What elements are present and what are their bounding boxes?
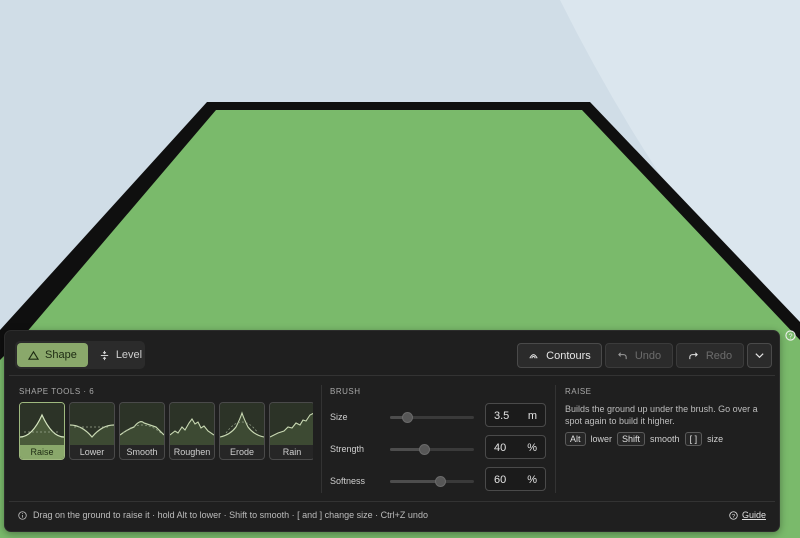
info-description: Builds the ground up under the brush. Go… xyxy=(565,404,758,426)
section-separator-2 xyxy=(555,385,556,493)
shape-tools-title: SHAPE TOOLS · 6 xyxy=(19,387,95,396)
size-value: 3.5 xyxy=(494,410,510,422)
level-icon xyxy=(100,350,108,360)
tool-smooth-label: Smooth xyxy=(126,447,158,457)
tool-raise-label: Raise xyxy=(20,445,64,459)
key-brackets: [ ] xyxy=(684,432,703,446)
key-shift-action: smooth xyxy=(650,434,680,444)
redo-button[interactable]: Redo xyxy=(676,343,744,368)
brush-title: BRUSH xyxy=(330,387,361,396)
mode-level-label: Level xyxy=(115,349,143,361)
mode-switch: Shape Level xyxy=(15,341,145,369)
undo-label: Undo xyxy=(634,349,662,362)
strength-unit: % xyxy=(527,442,537,454)
size-slider-handle[interactable] xyxy=(401,412,413,423)
mode-shape-button[interactable]: Shape xyxy=(17,343,88,367)
info-icon xyxy=(18,510,27,520)
size-unit: m xyxy=(527,410,537,422)
terrain-tool-panel: Shape Level Contours Undo Redo SHAPE TOO… xyxy=(4,330,780,532)
footer-hint: Drag on the ground to raise it · hold Al… xyxy=(18,510,428,520)
contours-icon xyxy=(529,354,538,359)
tool-lower-label: Lower xyxy=(79,447,105,457)
collapse-button[interactable] xyxy=(747,343,772,368)
undo-button[interactable]: Undo xyxy=(605,343,673,368)
key-brackets-action: size xyxy=(707,434,724,444)
tool-raise[interactable]: Raise xyxy=(19,402,65,460)
softness-slider[interactable] xyxy=(390,476,474,487)
help-circle-icon[interactable]: ? xyxy=(785,330,796,341)
guide-label: Guide xyxy=(741,510,766,520)
key-hints: Alt lower Shift smooth [ ] size xyxy=(565,432,723,446)
undo-icon xyxy=(617,352,627,360)
tool-smooth[interactable]: Smooth xyxy=(119,402,165,460)
info-title: RAISE xyxy=(565,387,592,396)
size-slider[interactable] xyxy=(390,412,474,423)
mode-level-button[interactable]: Level xyxy=(88,343,153,367)
redo-label: Redo xyxy=(705,349,733,362)
key-alt: Alt xyxy=(565,432,586,446)
tool-erode[interactable]: Erode xyxy=(219,402,265,460)
rain-curve-icon xyxy=(270,412,313,445)
tool-rain[interactable]: Rain xyxy=(269,402,313,460)
strength-value-field[interactable]: 40 % xyxy=(485,435,546,459)
strength-row: Strength 40 % xyxy=(330,435,550,463)
strength-value: 40 xyxy=(494,442,507,454)
redo-icon xyxy=(689,352,698,360)
tool-roughen-label: Roughen xyxy=(173,447,211,457)
lower-curve-icon xyxy=(70,424,114,445)
size-row: Size 3.5 m xyxy=(330,403,550,431)
key-alt-action: lower xyxy=(590,434,613,444)
roughen-curve-icon xyxy=(170,418,214,445)
softness-value-field[interactable]: 60 % xyxy=(485,467,546,491)
chevron-down-icon xyxy=(755,353,764,359)
triangle-icon xyxy=(28,350,39,360)
panel-divider-bottom xyxy=(9,501,775,502)
contours-label: Contours xyxy=(546,349,591,362)
erode-curve-icon xyxy=(220,411,264,445)
raise-curve-icon xyxy=(20,413,64,445)
tool-roughen[interactable]: Roughen xyxy=(169,402,215,460)
softness-value: 60 xyxy=(494,474,507,486)
smooth-curve-icon xyxy=(120,421,164,445)
tool-rain-label: Rain xyxy=(282,447,302,457)
strength-slider-handle[interactable] xyxy=(418,444,430,455)
size-label: Size xyxy=(330,412,348,422)
section-separator-1 xyxy=(321,385,322,493)
svg-text:?: ? xyxy=(788,331,792,340)
softness-row: Softness 60 % xyxy=(330,467,550,495)
softness-label: Softness xyxy=(330,476,366,486)
strength-label: Strength xyxy=(330,444,365,454)
strength-slider[interactable] xyxy=(390,444,474,455)
contours-button[interactable]: Contours xyxy=(517,343,602,368)
guide-link[interactable]: ? Guide xyxy=(729,510,766,520)
softness-slider-fill xyxy=(390,480,441,483)
tool-lower[interactable]: Lower xyxy=(69,402,115,460)
softness-slider-handle[interactable] xyxy=(435,476,447,487)
softness-unit: % xyxy=(527,474,537,486)
shape-tools-list: Raise Lower Smooth Roughen Erode Rain xyxy=(19,402,313,461)
size-value-field[interactable]: 3.5 m xyxy=(485,403,546,427)
panel-divider-top xyxy=(9,375,775,376)
mode-shape-label: Shape xyxy=(45,349,77,361)
tool-erode-label: Erode xyxy=(229,447,255,457)
key-shift: Shift xyxy=(617,432,646,446)
help-icon: ? xyxy=(729,510,738,519)
footer-hint-text: Drag on the ground to raise it · hold Al… xyxy=(33,510,428,520)
